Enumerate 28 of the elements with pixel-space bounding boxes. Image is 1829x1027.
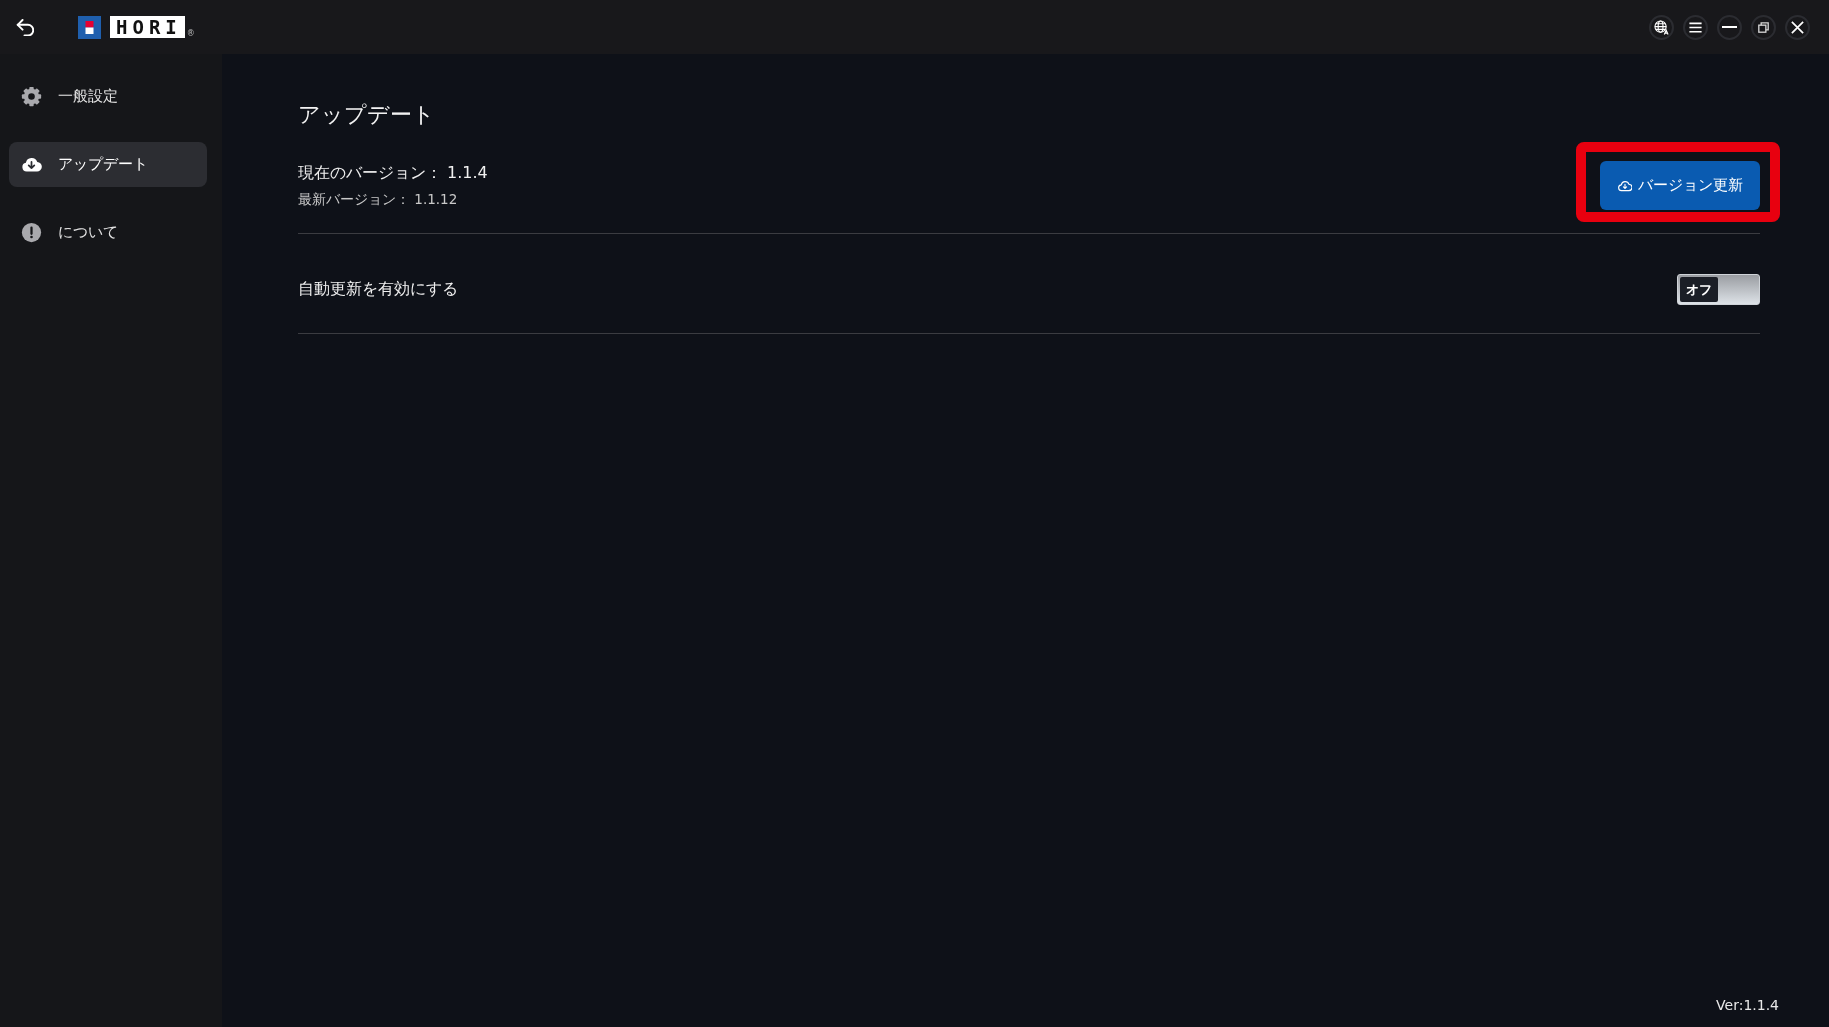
gear-icon <box>21 86 42 107</box>
sidebar-item[interactable]: アップデート <box>9 142 207 187</box>
current-version: 現在のバージョン： 1.1.4 <box>298 162 488 184</box>
brand-name: HORI <box>110 16 185 38</box>
menu-icon <box>1688 19 1703 35</box>
close-icon <box>1790 19 1805 35</box>
app-version: Ver:1.1.4 <box>1716 996 1779 1014</box>
globe-icon <box>1654 19 1669 35</box>
cloud-download-icon <box>1617 178 1632 193</box>
exclamation-circle-icon <box>21 222 42 243</box>
restore-icon <box>1756 19 1771 35</box>
latest-version: 最新バージョン： 1.1.12 <box>298 190 458 209</box>
minimize-button[interactable] <box>1717 14 1742 40</box>
back-arrow-icon <box>15 18 34 36</box>
restore-button[interactable] <box>1751 14 1776 40</box>
sidebar-item[interactable]: 一般設定 <box>9 74 207 119</box>
logo-icon <box>78 15 101 39</box>
minimize-icon <box>1722 26 1737 28</box>
registered-mark: ® <box>186 28 195 39</box>
sidebar-item[interactable]: について <box>9 210 207 255</box>
back-button[interactable] <box>15 17 34 37</box>
page-title: アップデート <box>298 102 435 128</box>
auto-update-label: 自動更新を有効にする <box>298 279 458 300</box>
language-button[interactable] <box>1649 14 1674 40</box>
close-button[interactable] <box>1785 14 1810 40</box>
update-button[interactable]: バージョン更新 <box>1600 161 1760 210</box>
toggle-switch[interactable]: オフ <box>1677 274 1760 305</box>
menu-button[interactable] <box>1683 14 1708 40</box>
